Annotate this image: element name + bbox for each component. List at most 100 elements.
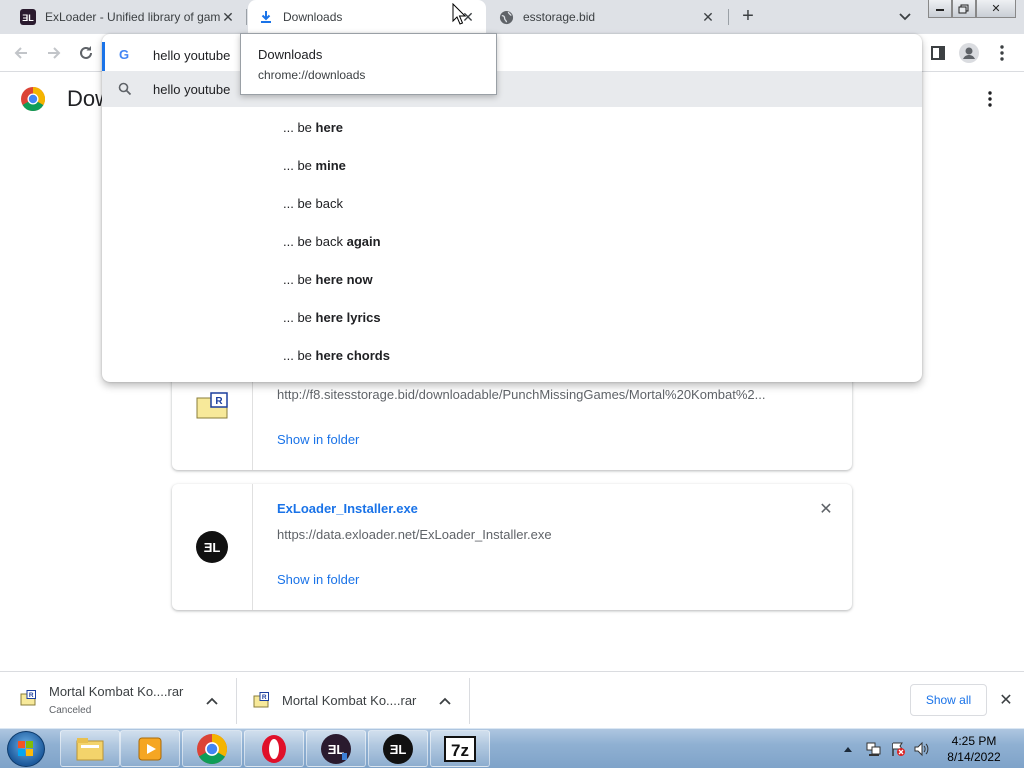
tab-downloads[interactable]: Downloads ✕ [248,0,486,34]
more-vert-icon[interactable] [980,88,1000,110]
svg-text:R: R [215,396,223,407]
svg-text:ƎL: ƎL [204,540,221,555]
start-button[interactable] [7,731,45,767]
chevron-up-icon[interactable] [203,692,221,710]
show-in-folder-link[interactable]: Show in folder [277,572,359,587]
suggestion-bold: here [315,120,343,135]
suggestion-item[interactable]: ... be here now [283,272,373,287]
svg-text:ƎL: ƎL [328,742,345,757]
chevron-up-icon[interactable] [436,692,454,710]
suggestion-prefix: ... be [283,272,316,287]
download-url[interactable]: https://data.exloader.net/ExLoader_Insta… [277,527,777,542]
download-icon [258,9,274,25]
action-center-icon[interactable] [890,729,906,768]
omnibox-input[interactable]: hello youtube [153,48,230,63]
clock-time: 4:25 PM [951,734,997,748]
tab-hover-card: Downloads chrome://downloads [240,33,497,95]
clock-date: 8/14/2022 [947,750,1001,764]
suggestion-prefix: ... be back [283,234,347,249]
svg-text:ƎL: ƎL [22,13,34,23]
side-panel-icon[interactable] [926,41,950,65]
chrome-taskbar-icon[interactable] [182,730,242,767]
suggestion-prefix: ... be [283,310,316,325]
opera-taskbar-icon[interactable] [244,730,304,767]
suggestion-bold: again [346,234,381,249]
suggestion-bold: here chords [315,348,390,363]
exloader-icon: ƎL [20,9,36,25]
suggestion-item[interactable]: ... be back [283,196,343,211]
restore-button[interactable] [952,0,976,18]
shelf-file-status: Canceled [49,705,92,716]
suggestion-item[interactable]: ... be here [283,120,343,135]
omnibox-dropdown: G hello youtube hello youtube ... be her… [102,34,922,382]
hover-card-url: chrome://downloads [258,68,366,82]
card-icon-column: ƎL [172,484,253,610]
exloader-app-taskbar-icon[interactable]: ƎL [368,730,428,767]
remove-download-icon[interactable]: ✕ [817,500,835,518]
tab-separator [728,9,729,25]
tab-separator [246,9,247,25]
omnibox-focus-bar [102,42,105,72]
suggestion-item[interactable]: ... be back again [283,234,381,249]
suggestion-item[interactable]: ... be here lyrics [283,310,381,325]
forward-button[interactable] [42,41,66,65]
suggestion-prefix: ... be [283,348,316,363]
volume-icon[interactable] [913,729,931,768]
chrome-logo-icon [21,87,46,112]
svg-text:R: R [262,694,267,701]
mouse-cursor-icon [452,2,467,25]
show-hidden-icons[interactable] [843,729,853,768]
network-icon[interactable] [866,729,882,768]
tab-esstorage[interactable]: esstorage.bid ✕ [488,0,726,34]
svg-text:R: R [29,692,34,699]
globe-icon [498,9,514,25]
search-icon [118,82,132,96]
svg-text:7z: 7z [451,741,469,760]
close-window-button[interactable]: ✕ [976,0,1016,18]
tab-close-icon[interactable]: ✕ [700,9,716,25]
suggestion-prefix: ... be [283,158,316,173]
system-clock[interactable]: 4:25 PM 8/14/2022 [940,733,1008,765]
suggestion-bold: mine [315,158,346,173]
7zip-taskbar-icon[interactable]: 7z [430,730,490,767]
chevron-down-icon[interactable] [896,8,914,26]
taskbar: ƎL ƎL 7z 4:25 PM 8/14/2022 [0,728,1024,768]
exloader-icon: ƎL [196,531,228,566]
suggestion-bold: here lyrics [315,310,381,325]
shelf-item[interactable]: R Mortal Kombat Ko....rar [237,678,469,724]
suggestion-prefix: ... be [283,120,316,135]
new-tab-button[interactable]: + [737,5,759,27]
minimize-button[interactable] [928,0,952,18]
tab-title: esstorage.bid [523,10,596,24]
tab-strip: ƎL ExLoader - Unified library of games ✕… [0,0,1024,34]
suggestion-prefix: ... be back [283,196,343,211]
google-icon: G [119,47,130,62]
tab-exloader[interactable]: ƎL ExLoader - Unified library of games ✕ [10,0,246,34]
back-button[interactable] [9,41,33,65]
suggestion-item[interactable]: ... be here chords [283,348,390,363]
shelf-item[interactable]: R Mortal Kombat Ko....rar Canceled [0,678,236,724]
svg-text:ƎL: ƎL [390,742,407,757]
tab-close-icon[interactable]: ✕ [220,9,236,25]
more-menu-icon[interactable] [990,41,1014,65]
tab-title: ExLoader - Unified library of games [45,10,220,24]
rar-file-icon: R [20,690,36,706]
profile-avatar[interactable] [957,41,981,65]
close-icon: ✕ [991,3,1001,15]
exloader-taskbar-icon[interactable]: ƎL [306,730,366,767]
suggestion-item[interactable]: ... be mine [283,158,346,173]
hover-card-title: Downloads [258,47,323,62]
media-player-taskbar-icon[interactable] [120,730,180,767]
suggestion-text[interactable]: hello youtube [153,82,230,97]
rar-file-icon: R [196,392,228,423]
download-card: ƎL ExLoader_Installer.exe https://data.e… [172,484,852,610]
reload-button[interactable] [74,41,98,65]
show-all-button[interactable]: Show all [910,684,987,716]
rar-file-icon: R [253,692,269,708]
close-shelf-icon[interactable]: ✕ [997,690,1015,710]
omnibox[interactable]: G hello youtube [102,38,922,72]
download-file-name[interactable]: ExLoader_Installer.exe [277,501,418,516]
download-url[interactable]: http://f8.sitesstorage.bid/downloadable/… [277,387,777,402]
show-in-folder-link[interactable]: Show in folder [277,432,359,447]
explorer-taskbar-icon[interactable] [60,730,120,767]
